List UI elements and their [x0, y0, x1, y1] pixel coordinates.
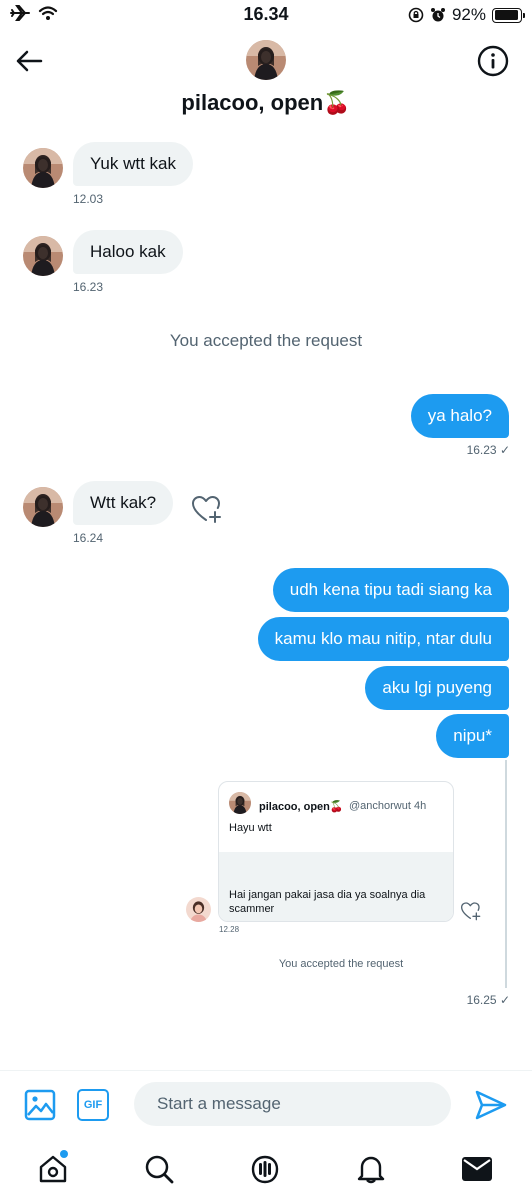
- message-timestamp: 16.23 ✓: [466, 443, 510, 457]
- conversation-header: pilacoo, open🍒: [0, 30, 532, 130]
- arrow-left-icon: [16, 50, 43, 72]
- back-button[interactable]: [12, 44, 46, 78]
- status-right: 92%: [408, 5, 525, 25]
- image-button[interactable]: [24, 1089, 56, 1121]
- attachment-divider: [505, 760, 507, 988]
- embedded-reply-text: Hai jangan pakai jasa dia ya soalnya dia…: [229, 889, 426, 915]
- bell-icon: [357, 1156, 385, 1184]
- send-icon: [475, 1090, 507, 1120]
- embedded-screenshot-card[interactable]: pilacoo, open🍒 @anchorwut 4h Hayu wtt Ha…: [218, 781, 454, 922]
- message-bubble-outgoing[interactable]: kamu klo mau nitip, ntar dulu: [257, 617, 509, 661]
- message-timestamp: 16.25 ✓: [466, 993, 510, 1007]
- embedded-reply-time: 12.28: [219, 925, 240, 934]
- embedded-handle: @anchorwut 4h: [349, 800, 427, 812]
- nav-spaces[interactable]: [248, 1152, 282, 1186]
- embedded-text: Hayu wtt: [229, 822, 272, 834]
- embedded-reply-box: Hai jangan pakai jasa dia ya soalnya dia…: [219, 852, 453, 921]
- send-button[interactable]: [474, 1089, 508, 1121]
- notification-dot: [60, 1150, 68, 1158]
- message-bubble-outgoing[interactable]: nipu*: [436, 714, 509, 758]
- system-message: You accepted the request: [169, 331, 363, 350]
- image-icon: [24, 1089, 56, 1121]
- message-input[interactable]: [134, 1082, 451, 1126]
- message-bubble-outgoing[interactable]: udh kena tipu tadi siang ka: [272, 568, 509, 612]
- battery-level: [494, 10, 518, 20]
- message-bubble-incoming[interactable]: Yuk wtt kak: [73, 142, 193, 186]
- message-bubble-outgoing[interactable]: ya halo?: [410, 394, 509, 438]
- battery-percent: 92%: [451, 5, 486, 24]
- rotation-lock-icon: [408, 7, 424, 23]
- message-composer: GIF: [0, 1070, 532, 1136]
- info-button[interactable]: [476, 44, 510, 78]
- message-bubble-outgoing[interactable]: aku lgi puyeng: [365, 666, 509, 710]
- embedded-avatar: [229, 792, 251, 814]
- nav-notifications[interactable]: [354, 1152, 388, 1186]
- spaces-icon: [251, 1155, 279, 1184]
- sender-avatar[interactable]: [23, 236, 63, 276]
- nav-messages[interactable]: [460, 1152, 494, 1186]
- home-icon: [39, 1155, 67, 1183]
- alarm-icon: [430, 8, 445, 22]
- search-icon: [145, 1155, 174, 1184]
- info-circle-icon: [477, 45, 509, 77]
- gif-button[interactable]: GIF: [77, 1089, 109, 1121]
- message-timestamp: 12.03: [73, 192, 104, 206]
- message-timestamp: 16.23: [73, 280, 104, 294]
- mail-icon: [462, 1157, 492, 1181]
- battery-icon: [492, 7, 525, 23]
- sender-avatar[interactable]: [23, 487, 63, 527]
- message-timestamp: 16.24: [73, 531, 104, 545]
- contact-name[interactable]: pilacoo, open🍒: [0, 90, 532, 116]
- message-bubble-incoming[interactable]: Haloo kak: [73, 230, 183, 274]
- embedded-heart-plus-icon: [460, 901, 482, 921]
- bottom-navigation: [0, 1140, 532, 1200]
- heart-plus-icon[interactable]: [191, 494, 223, 524]
- embedded-name: pilacoo, open🍒: [259, 801, 344, 813]
- embedded-system-message: You accepted the request: [278, 958, 404, 970]
- nav-search[interactable]: [142, 1152, 176, 1186]
- contact-avatar[interactable]: [246, 40, 286, 80]
- message-bubble-incoming[interactable]: Wtt kak?: [73, 481, 174, 525]
- embedded-sender-avatar: [186, 897, 211, 922]
- sender-avatar[interactable]: [23, 148, 63, 188]
- status-bar: 16.34 92%: [0, 0, 532, 30]
